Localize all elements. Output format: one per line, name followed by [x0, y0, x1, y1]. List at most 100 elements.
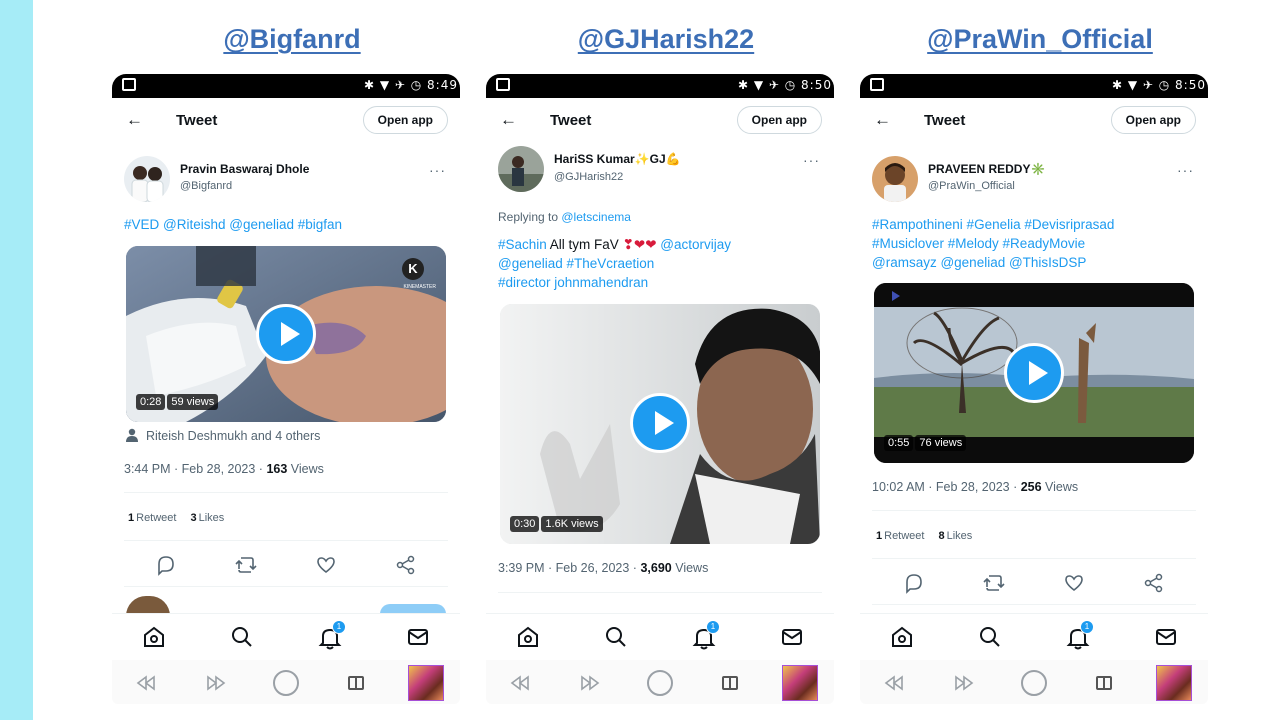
phone-screen-3: ✱ ▼ ✈ ◷ 8:50 ← Tweet Open app PRAVEEN RE… [860, 74, 1208, 704]
share-icon[interactable] [1139, 568, 1169, 598]
tweet-actions [860, 568, 1208, 598]
tweet-text-line-2[interactable]: #Musiclover #Melody #ReadyMovie [872, 236, 1085, 251]
notifications-icon[interactable]: 1 [691, 620, 720, 650]
status-icons: ✱ ▼ ✈ ◷ 8:49 [363, 78, 458, 92]
status-time: 8:50 [801, 78, 832, 92]
recents-icon[interactable] [341, 668, 371, 698]
author-avatar[interactable] [498, 146, 544, 192]
home-icon[interactable] [515, 624, 541, 650]
video-duration: 0:30 [510, 516, 540, 532]
author-handle[interactable]: @PraWin_Official [928, 180, 1015, 192]
home-icon[interactable] [889, 624, 915, 650]
messages-icon[interactable] [779, 624, 805, 650]
back-arrow-icon[interactable]: ← [500, 110, 517, 130]
author-avatar[interactable] [124, 156, 170, 202]
notifications-icon[interactable]: 1 [1065, 620, 1094, 650]
mention-actorvijay[interactable]: @actorvijay [657, 237, 731, 252]
status-time: 8:50 [1175, 78, 1206, 92]
fast-forward-icon[interactable] [575, 668, 605, 698]
divider [498, 592, 822, 593]
retweet-icon[interactable] [979, 568, 1009, 598]
video-duration: 0:28 [136, 394, 166, 410]
status-bar: ✱ ▼ ✈ ◷ 8:49 [112, 74, 460, 98]
reply-icon[interactable] [899, 568, 929, 598]
tweet-text-line-1[interactable]: #Rampothineni #Genelia #Devisriprasad [872, 217, 1114, 232]
column-header-prawin-official[interactable]: @PraWin_Official [927, 24, 1153, 55]
author-handle[interactable]: @Bigfanrd [180, 180, 232, 192]
column-header-gjharish22[interactable]: @GJHarish22 [578, 24, 754, 55]
app-thumbnail[interactable] [1156, 665, 1192, 701]
tweet-text-line-3[interactable]: #director johnmahendran [498, 275, 648, 290]
rewind-icon[interactable] [505, 668, 535, 698]
back-arrow-icon[interactable]: ← [874, 110, 891, 130]
tweet-video[interactable]: K KINEMASTER 0:28 59 views [126, 246, 446, 422]
phone-screen-1: ✱ ▼ ✈ ◷ 8:49 ← Tweet Open app Pravin Bas… [112, 74, 460, 704]
open-app-button[interactable]: Open app [736, 106, 822, 134]
author-name[interactable]: Pravin Baswaraj Dhole [180, 162, 309, 176]
likes-label[interactable]: Likes [199, 512, 225, 524]
tweet-timestamp: 10:02 AM · Feb 28, 2023 · 256 Views [872, 480, 1078, 494]
video-stats: 0:28 59 views [136, 394, 219, 410]
notifications-icon[interactable]: 1 [317, 620, 346, 650]
author-name[interactable]: PRAVEEN REDDY✳️ [928, 162, 1045, 176]
retweets-label[interactable]: Retweet [136, 512, 176, 524]
search-icon[interactable] [603, 624, 629, 650]
author-avatar[interactable] [872, 156, 918, 202]
home-circle-icon[interactable] [271, 668, 301, 698]
more-options-icon[interactable]: ··· [803, 152, 820, 168]
home-icon[interactable] [141, 624, 167, 650]
like-icon[interactable] [1059, 568, 1089, 598]
video-stats: 0:30 1.6K views [510, 516, 603, 532]
open-app-button[interactable]: Open app [362, 106, 448, 134]
recents-icon[interactable] [715, 668, 745, 698]
author-handle[interactable]: @GJHarish22 [554, 171, 623, 183]
back-arrow-icon[interactable]: ← [126, 110, 143, 130]
more-options-icon[interactable]: ··· [429, 162, 446, 178]
column-header-bigfanrd[interactable]: @Bigfanrd [223, 24, 360, 55]
views-count: 3,690 [640, 561, 672, 575]
divider [124, 540, 448, 541]
reply-icon[interactable] [151, 550, 181, 580]
hashtag-sachin[interactable]: #Sachin [498, 237, 547, 252]
tweet-text-line-1[interactable]: #Sachin All tym FaV ❣❤❤ @actorvijay [498, 237, 731, 253]
recents-icon[interactable] [1089, 668, 1119, 698]
retweet-icon[interactable] [231, 550, 261, 580]
replying-prefix: Replying to [498, 210, 562, 224]
share-icon[interactable] [391, 550, 421, 580]
divider [872, 604, 1196, 605]
tweet-text-line-3[interactable]: @ramsayz @geneliad @ThisIsDSP [872, 255, 1086, 270]
tweet-topbar: ← Tweet Open app [860, 104, 1208, 140]
tweet-text[interactable]: #VED @Riteishd @geneliad #bigfan [124, 217, 342, 232]
messages-icon[interactable] [1153, 624, 1179, 650]
retweets-label[interactable]: Retweet [884, 530, 924, 542]
tweet-text-line-2[interactable]: @geneliad #TheVcraetion [498, 256, 654, 271]
messages-icon[interactable] [405, 624, 431, 650]
fast-forward-icon[interactable] [201, 668, 231, 698]
engagement-stats: 1 Retweet 8 Likes [876, 530, 972, 542]
app-thumbnail[interactable] [408, 665, 444, 701]
author-name[interactable]: HariSS Kumar✨GJ💪 [554, 152, 681, 166]
play-button[interactable] [1004, 343, 1064, 403]
kinemaster-logo: K [402, 258, 424, 280]
more-options-icon[interactable]: ··· [1177, 162, 1194, 178]
page-title: Tweet [176, 112, 218, 129]
play-button[interactable] [630, 393, 690, 453]
fast-forward-icon[interactable] [949, 668, 979, 698]
home-circle-icon[interactable] [1019, 668, 1049, 698]
divider [124, 492, 448, 493]
tweet-video[interactable]: 0:55 76 views [874, 283, 1194, 463]
play-button[interactable] [256, 304, 316, 364]
like-icon[interactable] [311, 550, 341, 580]
app-thumbnail[interactable] [782, 665, 818, 701]
home-circle-icon[interactable] [645, 668, 675, 698]
open-app-button[interactable]: Open app [1110, 106, 1196, 134]
search-icon[interactable] [977, 624, 1003, 650]
rewind-icon[interactable] [131, 668, 161, 698]
likes-label[interactable]: Likes [947, 530, 973, 542]
tweet-video[interactable]: 0:30 1.6K views [500, 304, 820, 544]
social-context[interactable]: Riteish Deshmukh and 4 others [146, 429, 320, 443]
replying-handle[interactable]: @letscinema [561, 210, 631, 224]
timestamp-text: 10:02 AM · Feb 28, 2023 · [872, 480, 1021, 494]
rewind-icon[interactable] [879, 668, 909, 698]
search-icon[interactable] [229, 624, 255, 650]
